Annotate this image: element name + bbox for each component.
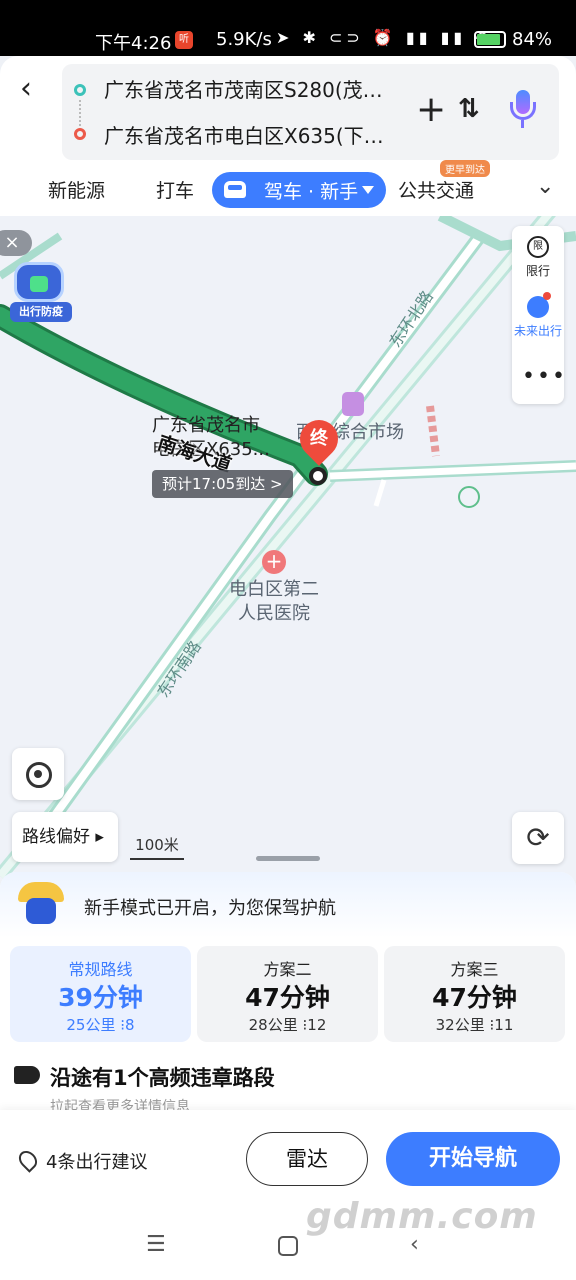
route-distance: 32公里 xyxy=(435,1016,485,1034)
epidemic-robot-icon[interactable]: 出行防疫 xyxy=(10,262,72,322)
future-trip-icon[interactable] xyxy=(527,292,551,318)
bottom-sheet: 新手模式已开启，为您保驾护航 常规路线 39分钟 25公里 ⁝8 方案二 47分… xyxy=(0,872,576,1280)
refresh-icon[interactable]: ⟳ xyxy=(512,812,564,864)
map-tools-panel: 限 限行 未来出行 ••• xyxy=(512,226,567,404)
net-speed: 5.9K/s xyxy=(216,29,272,50)
route-options: 常规路线 39分钟 25公里 ⁝8 方案二 47分钟 28公里 ⁝12 方案三 … xyxy=(10,946,566,1042)
warning-text: 沿途有1个高频违章路段 xyxy=(50,1066,275,1090)
route-meta: 28公里 ⁝12 xyxy=(197,1014,378,1035)
route-name: 常规路线 xyxy=(68,960,133,979)
suggestions-label: 4条出行建议 xyxy=(46,1152,148,1173)
route-lights: 12 xyxy=(307,1016,327,1034)
radar-button[interactable]: 雷达 xyxy=(246,1132,368,1186)
gas-station-icon xyxy=(458,486,480,508)
route-connector xyxy=(79,100,81,126)
menu-icon[interactable]: ☰ xyxy=(146,1232,166,1257)
tab-drive-label: 驾车 · 新手 xyxy=(264,181,359,203)
home-icon[interactable] xyxy=(278,1236,298,1256)
route-lights: 8 xyxy=(125,1016,135,1034)
restriction-icon[interactable]: 限 xyxy=(527,236,549,258)
route-name: 方案三 xyxy=(450,960,499,979)
tab-taxi[interactable]: 打车 xyxy=(156,176,194,203)
notification-badge: 听 xyxy=(175,31,193,49)
market-icon xyxy=(342,392,364,416)
warning-subtext: 拉起查看更多详情信息 xyxy=(50,1099,190,1110)
route-option-1[interactable]: 常规路线 39分钟 25公里 ⁝8 xyxy=(10,946,191,1042)
end-marker-text: 终 xyxy=(310,428,328,449)
route-distance: 28公里 xyxy=(248,1016,298,1034)
end-address-field[interactable]: 广东省茂名市电白区X635(下… xyxy=(104,120,404,149)
novice-tip: 新手模式已开启，为您保驾护航 xyxy=(0,872,576,938)
epidemic-label: 出行防疫 xyxy=(10,302,72,322)
route-meta: 32公里 ⁝11 xyxy=(384,1014,565,1035)
route-distance: 25公里 xyxy=(66,1016,116,1034)
add-waypoint-icon[interactable]: + xyxy=(416,92,446,128)
status-icons: ➤ ✱ ⊂⊃ ⏰ ▮▮ ▮▮ ◠ xyxy=(276,28,494,47)
location-pin-icon xyxy=(15,1147,41,1173)
start-navigation-button[interactable]: 开始导航 xyxy=(386,1132,560,1186)
poi-hospital[interactable]: 电白区第二人民医院 xyxy=(224,578,324,626)
route-option-2[interactable]: 方案二 47分钟 28公里 ⁝12 xyxy=(197,946,378,1042)
map-roads xyxy=(0,216,576,880)
tab-drive[interactable]: 驾车 · 新手 xyxy=(212,172,386,208)
future-trip-label[interactable]: 未来出行 xyxy=(512,322,564,339)
end-marker-icon: 终 xyxy=(292,412,346,466)
hospital-icon: + xyxy=(262,550,286,574)
route-meta: 25公里 ⁝8 xyxy=(10,1014,191,1035)
battery-percent: 84% xyxy=(512,29,553,50)
endpoint-dot xyxy=(309,467,327,485)
novice-tip-text: 新手模式已开启，为您保驾护航 xyxy=(84,898,336,919)
camera-icon xyxy=(14,1066,40,1084)
more-icon[interactable]: ••• xyxy=(522,366,567,388)
watermark: gdmm.com xyxy=(306,1196,538,1237)
route-name: 方案二 xyxy=(263,960,312,979)
status-time: 下午4:26 xyxy=(95,33,172,54)
car-icon xyxy=(224,181,246,198)
eta-label[interactable]: 预计17:05到达 > xyxy=(152,470,293,498)
locate-button[interactable] xyxy=(12,748,64,800)
route-option-3[interactable]: 方案三 47分钟 32公里 ⁝11 xyxy=(384,946,565,1042)
map-view[interactable]: × 出行防疫 限 限行 未来出行 ••• 东环北路 东环南路 西山综合市场 广东… xyxy=(0,216,576,880)
tab-transit[interactable]: 公共交通 xyxy=(398,176,474,203)
route-time: 39分钟 xyxy=(58,983,143,1012)
microphone-icon[interactable] xyxy=(510,90,536,130)
route-time: 47分钟 xyxy=(245,983,330,1012)
route-time: 47分钟 xyxy=(432,983,517,1012)
route-lights: 11 xyxy=(494,1016,514,1034)
status-bar: 下午4:26 听 5.9K/s ➤ ✱ ⊂⊃ ⏰ ▮▮ ▮▮ ◠ 84% xyxy=(0,0,576,56)
battery-icon xyxy=(474,31,506,48)
start-address-field[interactable]: 广东省茂名市茂南区S280(茂… xyxy=(104,74,404,103)
route-header: ‹ 广东省茂名市茂南区S280(茂… 广东省茂名市电白区X635(下… + ⇅ … xyxy=(0,56,576,216)
drag-handle[interactable] xyxy=(256,856,320,861)
novice-mascot-icon xyxy=(18,882,64,928)
mode-tabs: 新能源 打车 驾车 · 新手 公共交通 更早到达 ⌄ xyxy=(0,160,576,216)
swap-icon[interactable]: ⇅ xyxy=(458,94,480,124)
address-box: 广东省茂名市茂南区S280(茂… 广东省茂名市电白区X635(下… + ⇅ xyxy=(62,64,559,160)
map-scale: 100米 xyxy=(130,834,184,860)
end-dot-icon xyxy=(74,128,86,140)
back-icon[interactable]: ‹ xyxy=(20,74,50,104)
faster-badge: 更早到达 xyxy=(440,160,490,177)
caret-down-icon xyxy=(362,186,374,194)
start-dot-icon xyxy=(74,84,86,96)
chevron-down-icon[interactable]: ⌄ xyxy=(536,174,554,199)
restriction-label[interactable]: 限行 xyxy=(512,262,564,279)
tab-new-energy[interactable]: 新能源 xyxy=(48,176,105,203)
route-preference-button[interactable]: 路线偏好 ▸ xyxy=(12,812,118,862)
close-icon[interactable]: × xyxy=(0,230,32,256)
